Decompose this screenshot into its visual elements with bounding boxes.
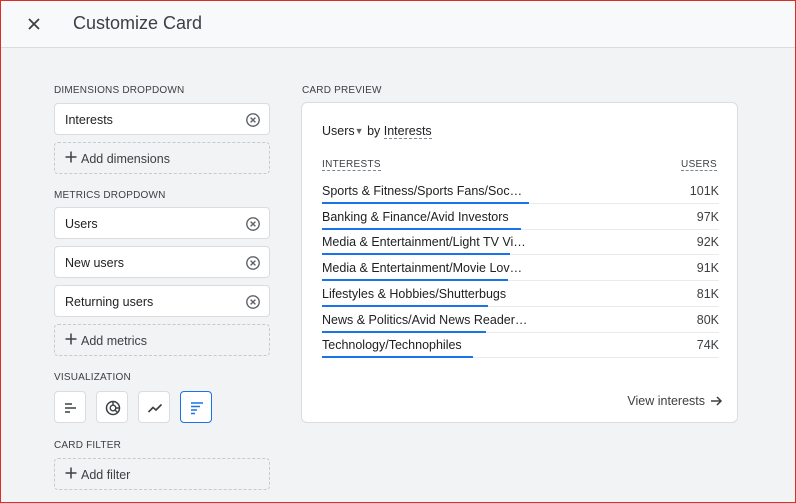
- dimension-chip-label: Interests: [65, 113, 113, 127]
- table-row[interactable]: Technology/Technophiles 74K: [322, 332, 719, 359]
- row-label: Technology/Technophiles: [322, 338, 462, 353]
- preview-card: Users▼ by Interests INTERESTS USERS Spor…: [301, 102, 738, 423]
- row-bar: [322, 356, 473, 359]
- row-label: Lifestyles & Hobbies/Shutterbugs: [322, 286, 507, 301]
- metric-chip-users: Users: [54, 207, 270, 239]
- row-value: 74K: [696, 338, 719, 353]
- column-header-metric[interactable]: USERS: [681, 159, 717, 171]
- column-header-dimension[interactable]: INTERESTS: [322, 159, 381, 171]
- metric-chip-label: New users: [65, 256, 125, 270]
- row-label: Media & Entertainment/Movie Lov…: [322, 261, 523, 276]
- line-chart-button[interactable]: [138, 391, 170, 423]
- table-row[interactable]: Media & Entertainment/Movie Lov… 91K: [322, 255, 719, 282]
- donut-chart-button[interactable]: [96, 391, 128, 423]
- dimension-selector[interactable]: Interests: [383, 124, 432, 139]
- metric-chip-label: Returning users: [65, 295, 154, 309]
- bar-chart-button[interactable]: [54, 391, 86, 423]
- view-interests-label: View interests: [627, 394, 705, 408]
- metric-chip-new-users: New users: [54, 246, 270, 278]
- preview-heading: Users▼ by Interests: [322, 124, 432, 139]
- view-interests-link[interactable]: View interests: [627, 394, 723, 408]
- bar-chart-icon: [65, 403, 76, 413]
- table-row[interactable]: News & Politics/Avid News Reader… 80K: [322, 307, 719, 333]
- metric-selector[interactable]: Users: [322, 124, 355, 138]
- remove-circle-icon[interactable]: [245, 294, 261, 310]
- plus-icon: [64, 150, 78, 164]
- page-title: Customize Card: [73, 13, 203, 33]
- row-label: Media & Entertainment/Light TV Vi…: [322, 235, 526, 250]
- plus-icon: [64, 466, 78, 480]
- row-label: Sports & Fitness/Sports Fans/Soc…: [322, 184, 523, 198]
- add-filter-button[interactable]: Add filter: [54, 458, 270, 490]
- close-icon[interactable]: [23, 13, 45, 35]
- dimension-chip-interests: Interests: [54, 103, 270, 135]
- card-preview-label: CARD PREVIEW: [302, 85, 382, 96]
- dropdown-arrow-icon[interactable]: ▼: [355, 126, 364, 136]
- metrics-label: METRICS DROPDOWN: [54, 190, 166, 201]
- add-metrics-button[interactable]: Add metrics: [54, 324, 270, 356]
- row-label: Banking & Finance/Avid Investors: [322, 209, 509, 224]
- table-row[interactable]: Sports & Fitness/Sports Fans/Soc… 101K: [322, 178, 719, 204]
- row-value: 81K: [696, 286, 719, 301]
- add-dimensions-label: Add dimensions: [81, 152, 170, 166]
- visualization-label: VISUALIZATION: [54, 372, 131, 383]
- donut-chart-icon: [105, 400, 121, 416]
- header: Customize Card: [1, 1, 795, 48]
- table-bar-icon: [191, 402, 203, 415]
- row-value: 97K: [696, 209, 719, 224]
- table-row[interactable]: Media & Entertainment/Light TV Vi… 92K: [322, 229, 719, 256]
- remove-circle-icon[interactable]: [245, 255, 261, 271]
- by-text: by: [367, 124, 381, 138]
- table-row[interactable]: Banking & Finance/Avid Investors 97K: [322, 204, 719, 230]
- row-value: 80K: [696, 312, 719, 327]
- line-chart-icon: [147, 403, 163, 413]
- row-value: 91K: [696, 261, 719, 276]
- add-metrics-label: Add metrics: [81, 334, 147, 348]
- metric-chip-label: Users: [65, 217, 98, 231]
- add-dimensions-button[interactable]: Add dimensions: [54, 142, 270, 174]
- remove-circle-icon[interactable]: [245, 216, 261, 232]
- card-filter-label: CARD FILTER: [54, 440, 122, 451]
- row-value: 92K: [696, 235, 719, 250]
- metric-chip-returning-users: Returning users: [54, 285, 270, 317]
- dimensions-label: DIMENSIONS DROPDOWN: [54, 85, 185, 96]
- table-row[interactable]: Lifestyles & Hobbies/Shutterbugs 81K: [322, 281, 719, 307]
- row-label: News & Politics/Avid News Reader…: [322, 312, 528, 327]
- arrow-right-icon: [711, 396, 723, 406]
- remove-circle-icon[interactable]: [245, 112, 261, 128]
- add-filter-label: Add filter: [81, 468, 131, 482]
- plus-icon: [64, 332, 78, 346]
- table-bar-button[interactable]: [180, 391, 212, 423]
- row-value: 101K: [689, 184, 719, 198]
